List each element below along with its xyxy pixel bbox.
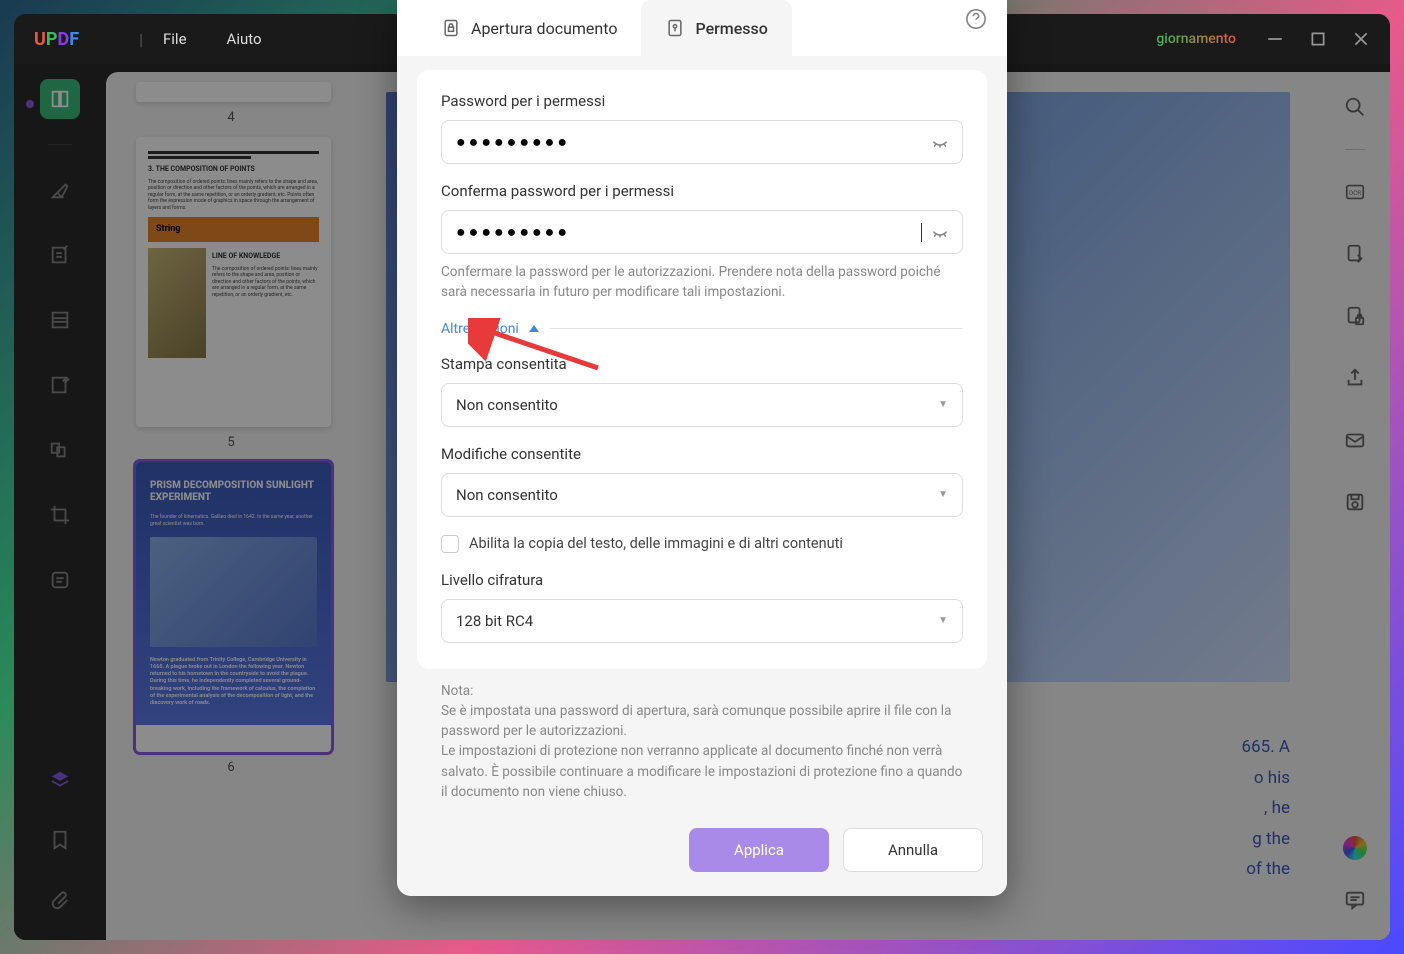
svg-text:OCR: OCR (1349, 189, 1362, 197)
email-icon[interactable] (1335, 420, 1375, 460)
left-toolbar (14, 64, 106, 940)
password-confirm-input[interactable] (441, 210, 963, 254)
tool-attachment-icon[interactable] (40, 880, 80, 920)
thumb-number: 4 (136, 110, 326, 125)
separator (48, 144, 72, 145)
thumb-preview (136, 82, 331, 102)
password-help-text: Confermare la password per le autorizzaz… (441, 262, 963, 303)
select-value: Non consentito (456, 396, 558, 414)
printing-allowed-label: Stampa consentita (441, 355, 963, 373)
tab-label: Permesso (695, 19, 767, 38)
separator (549, 328, 963, 329)
tool-pages-icon[interactable] (40, 430, 80, 470)
note-title: Nota: (441, 681, 963, 701)
thumb-image (150, 537, 317, 647)
thumb-preview: PRISM DECOMPOSITION SUNLIGHT EXPERIMENT … (136, 462, 331, 752)
separator: | (139, 30, 143, 49)
tab-permission[interactable]: Permesso (641, 0, 791, 56)
thumb-number: 6 (136, 760, 326, 775)
thumbnail-page-4[interactable]: 4 (136, 82, 326, 125)
select-value: 128 bit RC4 (456, 612, 533, 630)
window-close[interactable] (1352, 30, 1370, 48)
document-lock-icon (441, 18, 461, 38)
password-label: Password per i permessi (441, 92, 963, 110)
tool-layers-icon[interactable] (40, 760, 80, 800)
window-minimize[interactable] (1266, 30, 1284, 48)
enable-copy-checkbox[interactable]: Abilita la copia del testo, delle immagi… (441, 535, 963, 553)
chevron-down-icon: ▼ (938, 615, 948, 626)
tool-redact-icon[interactable] (40, 560, 80, 600)
checkbox-icon (441, 535, 459, 553)
chevron-up-icon (529, 325, 539, 332)
tool-organize-icon[interactable] (40, 300, 80, 340)
chevron-down-icon: ▼ (938, 399, 948, 410)
thumb-preview: 3. THE COMPOSITION OF POINTS The composi… (136, 137, 331, 427)
thumbnail-panel: 4 3. THE COMPOSITION OF POINTS The compo… (106, 72, 356, 940)
tool-highlight-icon[interactable] (40, 170, 80, 210)
thumbnail-page-5[interactable]: 3. THE COMPOSITION OF POINTS The composi… (136, 137, 326, 450)
app-logo: UPDF (34, 29, 79, 50)
printing-allowed-select[interactable]: Non consentito ▼ (441, 383, 963, 427)
window-maximize[interactable] (1309, 30, 1327, 48)
changes-allowed-label: Modifiche consentite (441, 445, 963, 463)
ocr-icon[interactable]: OCR (1335, 172, 1375, 212)
select-value: Non consentito (456, 486, 558, 504)
save-icon[interactable] (1335, 482, 1375, 522)
protect-icon[interactable] (1335, 296, 1375, 336)
tool-crop-icon[interactable] (40, 495, 80, 535)
thumb-band: String (148, 217, 319, 242)
tool-bookmark-icon[interactable] (40, 820, 80, 860)
tool-fill-icon[interactable] (40, 365, 80, 405)
note-text: Se è impostata una password di apertura,… (441, 701, 963, 742)
thumb-heading: 3. THE COMPOSITION OF POINTS (148, 165, 319, 175)
thumbnail-page-6[interactable]: PRISM DECOMPOSITION SUNLIGHT EXPERIMENT … (136, 462, 326, 775)
tab-open-document[interactable]: Apertura documento (417, 0, 641, 56)
help-icon[interactable] (965, 8, 987, 30)
note-text: Le impostazioni di protezione non verran… (441, 741, 963, 802)
thumb-caption: Newton graduated from Trinity College, C… (150, 657, 317, 707)
tool-edit-icon[interactable] (40, 235, 80, 275)
menu-help[interactable]: Aiuto (227, 30, 262, 48)
convert-icon[interactable] (1335, 234, 1375, 274)
share-icon[interactable] (1335, 358, 1375, 398)
chevron-down-icon: ▼ (938, 489, 948, 500)
update-link[interactable]: giornamento (1156, 31, 1236, 47)
ai-assistant-icon[interactable] (1343, 836, 1367, 860)
cancel-button[interactable]: Annulla (843, 828, 983, 872)
security-dialog: Apertura documento Permesso Password per… (397, 0, 1007, 896)
password-confirm-label: Conferma password per i permessi (441, 182, 963, 200)
dialog-tabs: Apertura documento Permesso (397, 0, 1007, 56)
toggle-visibility-icon[interactable] (930, 220, 950, 244)
apply-button[interactable]: Applica (689, 828, 829, 872)
menu-file[interactable]: File (163, 30, 187, 48)
tool-reader-icon[interactable] (40, 79, 80, 119)
right-toolbar: OCR (1320, 72, 1390, 940)
encryption-select[interactable]: 128 bit RC4 ▼ (441, 599, 963, 643)
thumb-subheading: LINE OF KNOWLEDGE (212, 252, 319, 262)
more-options-toggle[interactable]: Altre opzioni (441, 321, 963, 337)
separator (1345, 149, 1365, 150)
permission-icon (665, 18, 685, 38)
indicator-dot (26, 100, 34, 108)
note-section: Nota: Se è impostata una password di ape… (417, 669, 987, 803)
encryption-label: Livello cifratura (441, 571, 963, 589)
dialog-footer: Applica Annulla (397, 810, 1007, 896)
thumb-title: PRISM DECOMPOSITION SUNLIGHT EXPERIMENT (150, 480, 317, 504)
comment-icon[interactable] (1335, 880, 1375, 920)
tab-label: Apertura documento (471, 19, 617, 38)
password-input[interactable] (441, 120, 963, 164)
changes-allowed-select[interactable]: Non consentito ▼ (441, 473, 963, 517)
toggle-visibility-icon[interactable] (930, 130, 950, 154)
more-options-label: Altre opzioni (441, 321, 519, 337)
thumb-number: 5 (136, 435, 326, 450)
checkbox-label: Abilita la copia del testo, delle immagi… (469, 535, 843, 552)
dialog-card: Password per i permessi Conferma passwor… (417, 70, 987, 669)
search-icon[interactable] (1335, 87, 1375, 127)
dialog-body: Password per i permessi Conferma passwor… (397, 56, 1007, 810)
